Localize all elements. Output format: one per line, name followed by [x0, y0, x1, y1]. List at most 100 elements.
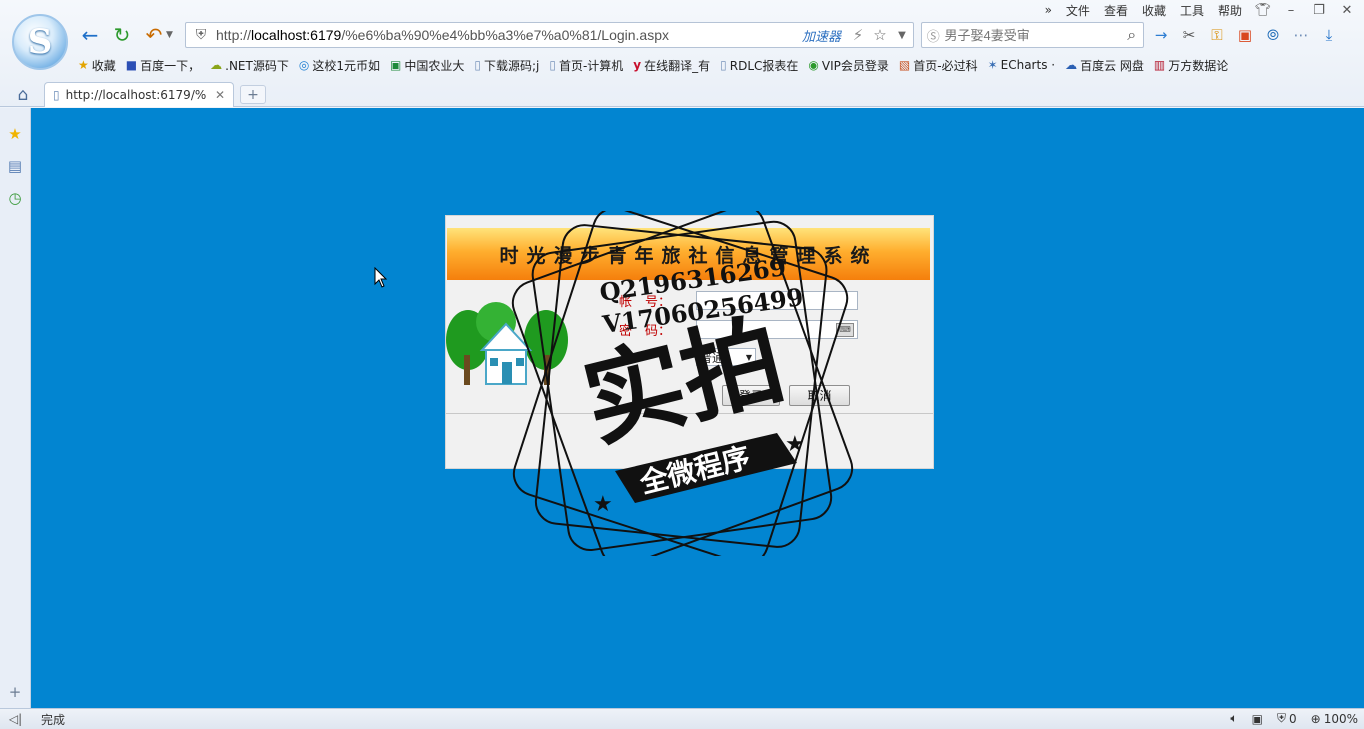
menu-item-help[interactable]: 帮助	[1216, 2, 1244, 19]
star-icon: ★	[593, 492, 613, 517]
soft-keyboard-icon[interactable]: ⌨	[836, 322, 854, 337]
sogou-logo-icon[interactable]: S	[12, 14, 68, 70]
blue-search-icon[interactable]: ⦾	[1262, 24, 1284, 46]
minimize-icon[interactable]: –	[1282, 3, 1300, 18]
menu-item-file[interactable]: 文件	[1064, 2, 1092, 19]
address-dropdown-icon[interactable]: ▼	[891, 30, 913, 41]
toggle-sidebar-icon[interactable]: ◁|	[0, 712, 31, 726]
page-icon: ▯	[549, 58, 556, 72]
restore-icon[interactable]: ❐	[1310, 3, 1328, 18]
bookmark-item[interactable]: ▯ 首页-计算机	[549, 57, 623, 74]
url-host: localhost:6179	[251, 27, 342, 43]
back-arrow-icon[interactable]: ←	[76, 23, 104, 47]
red-app-icon[interactable]: ▣	[1234, 24, 1256, 46]
undo-dropdown-icon[interactable]: ▼	[166, 30, 173, 40]
address-url[interactable]: http://localhost:6179/%e6%ba%90%e4%bb%a3…	[216, 27, 802, 43]
page-icon: ▯	[720, 58, 727, 72]
password-row: 密 码： ⌨	[619, 320, 858, 339]
bookmark-item[interactable]: ☁ 百度云 网盘	[1065, 57, 1144, 74]
bookmark-label: 百度一下，	[140, 58, 201, 73]
menu-item-favorites[interactable]: 收藏	[1140, 2, 1168, 19]
login-panel: 时光漫步青年旅社信息管理系统 帐 号： 密 码： ⌨ 普通 ▼ 登录 取消	[445, 215, 934, 469]
bookmark-item[interactable]: ▣ 中国农业大	[390, 57, 464, 74]
key-icon[interactable]: ⚿	[1206, 24, 1228, 46]
more-dots-icon[interactable]: ⋯	[1290, 24, 1312, 46]
reader-icon[interactable]: ▤	[5, 156, 25, 176]
bookmark-item[interactable]: ▧ 首页-必过科	[899, 57, 978, 74]
menu-bar: » 文件 查看 收藏 工具 帮助 👕︎ – ❐ ✕	[1043, 1, 1356, 19]
shield-icon: ⛨	[195, 27, 207, 43]
history-clock-icon[interactable]: ◷	[5, 188, 25, 208]
lightning-icon[interactable]: ⚡︎	[847, 26, 869, 44]
close-tab-icon[interactable]: ✕	[215, 88, 225, 102]
bookmarks-bar: ★ 收藏 ■ 百度一下， ☁ .NET源码下 ◎ 这校1元币如 ▣ 中国农业大 ▯ 下载源码…	[78, 55, 1228, 75]
role-select[interactable]: 普通 ▼	[696, 348, 756, 366]
house-tree-logo-icon	[446, 302, 568, 385]
search-icon[interactable]: ⌕	[1121, 25, 1144, 45]
refresh-icon[interactable]: ↻	[108, 23, 136, 47]
book-icon: ▣	[389, 58, 402, 72]
search-input[interactable]	[944, 27, 1121, 43]
bookmark-label: 这校1元币如	[312, 58, 380, 73]
url-prefix: http://	[216, 27, 252, 43]
zoom-control[interactable]: ⊕ 100%	[1311, 712, 1358, 726]
download-icon[interactable]: ⤓	[1318, 24, 1340, 46]
vip-icon: ◉	[808, 58, 819, 72]
bookmark-item[interactable]: ★ 收藏	[78, 57, 116, 74]
star-bookmark-icon[interactable]: ☆	[869, 26, 891, 44]
baidu-cloud-icon: ☁	[1065, 58, 1078, 72]
add-sidebar-icon[interactable]: +	[5, 682, 25, 702]
status-bar: ◁| 完成 🔈︎ ▣ ⛨ 0 ⊕ 100%	[0, 708, 1364, 729]
bookmark-item[interactable]: ▯ 下载源码;j	[474, 57, 539, 74]
bookmark-item[interactable]: ▯ RDLC报表在	[720, 57, 798, 74]
bookmark-item[interactable]: y 在线翻译_有	[633, 57, 710, 74]
undo-icon[interactable]: ↶	[140, 23, 168, 47]
login-button[interactable]: 登录	[722, 385, 780, 406]
bookmark-label: 首页-必过科	[913, 58, 978, 73]
menu-item-tools[interactable]: 工具	[1178, 2, 1206, 19]
address-bar[interactable]: ⛨ http://localhost:6179/%e6%ba%90%e4%bb%…	[185, 22, 914, 48]
cloud-icon: ☁	[210, 58, 223, 72]
tab-strip: ⌂ ▯ http://localhost:6179/% ✕ +	[0, 82, 1364, 107]
password-label: 密 码：	[619, 324, 672, 339]
blocked-count: 0	[1288, 711, 1297, 726]
favorites-star-icon[interactable]: ★	[5, 124, 25, 144]
bookmark-item[interactable]: ◎ 这校1元币如	[299, 57, 380, 74]
bookmark-label: VIP会员登录	[821, 58, 889, 73]
bookmark-item[interactable]: ▥ 万方数据论	[1154, 57, 1228, 74]
bookmark-label: 在线翻译_有	[644, 58, 711, 73]
bookmark-item[interactable]: ◉ VIP会员登录	[808, 57, 888, 74]
accelerator-label[interactable]: 加速器	[802, 26, 841, 45]
bookmark-label: .NET源码下	[225, 58, 289, 73]
tab-login[interactable]: ▯ http://localhost:6179/% ✕	[44, 82, 234, 107]
bookmark-item[interactable]: ✶ ECharts ·	[988, 58, 1056, 72]
search-box[interactable]: Ⓢ ⌕	[921, 22, 1144, 48]
menu-item-view[interactable]: 查看	[1102, 2, 1130, 19]
sogou-search-icon: Ⓢ	[926, 29, 940, 45]
cancel-button[interactable]: 取消	[789, 385, 850, 406]
nav-buttons: ← ↻ ↶ ▼	[76, 22, 183, 48]
extension-icon[interactable]: →	[1150, 24, 1172, 46]
bookmark-item[interactable]: ☁ .NET源码下	[210, 57, 289, 74]
bookmark-label: 万方数据论	[1168, 58, 1229, 73]
skin-shirt-icon[interactable]: 👕︎	[1254, 3, 1272, 18]
account-label: 帐 号：	[619, 295, 672, 310]
bookmark-label: RDLC报表在	[729, 58, 799, 73]
bookmark-item[interactable]: ■ 百度一下，	[126, 57, 200, 74]
page-icon: ▯	[53, 88, 60, 102]
scissors-icon[interactable]: ✂	[1178, 24, 1200, 46]
zoom-level: 100%	[1323, 711, 1358, 726]
close-window-icon[interactable]: ✕	[1338, 3, 1356, 18]
password-input[interactable]	[696, 320, 858, 339]
ad-block[interactable]: ⛨ 0	[1277, 711, 1297, 726]
echarts-icon: ✶	[987, 58, 998, 72]
mouse-cursor-icon	[374, 267, 388, 288]
menu-more-icon[interactable]: »	[1043, 3, 1054, 17]
device-icon[interactable]: ▣	[1252, 712, 1263, 726]
volume-icon[interactable]: 🔈︎	[1230, 711, 1237, 726]
zoom-icon: ⊕	[1310, 711, 1321, 726]
home-icon[interactable]: ⌂	[12, 84, 34, 106]
account-input[interactable]	[696, 291, 858, 310]
new-tab-button[interactable]: +	[240, 85, 266, 104]
browser-chrome: S » 文件 查看 收藏 工具 帮助 👕︎ – ❐ ✕ ← ↻ ↶ ▼ ⛨ ht…	[0, 0, 1364, 107]
